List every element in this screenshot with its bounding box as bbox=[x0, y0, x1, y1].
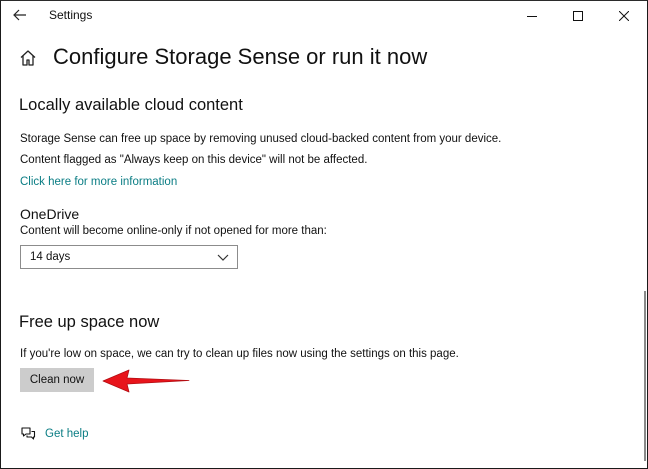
free-up-description: If you're low on space, we can try to cl… bbox=[20, 348, 459, 360]
minimize-icon[interactable] bbox=[509, 1, 555, 30]
chevron-down-icon bbox=[217, 252, 229, 265]
free-up-heading: Free up space now bbox=[19, 313, 160, 331]
maximize-icon[interactable] bbox=[555, 1, 601, 30]
window-controls bbox=[509, 1, 647, 30]
close-icon[interactable] bbox=[601, 1, 647, 30]
scrollbar[interactable] bbox=[644, 291, 646, 461]
onedrive-heading: OneDrive bbox=[20, 206, 80, 222]
window-title: Settings bbox=[49, 8, 93, 22]
title-bar: Settings bbox=[1, 1, 647, 30]
cloud-note: Content flagged as "Always keep on this … bbox=[20, 154, 368, 166]
cloud-content-heading: Locally available cloud content bbox=[19, 96, 243, 114]
cloud-description: Storage Sense can free up space by remov… bbox=[20, 133, 502, 145]
get-help-link[interactable]: Get help bbox=[45, 428, 88, 440]
clean-now-button[interactable]: Clean now bbox=[20, 368, 94, 392]
help-chat-icon[interactable] bbox=[20, 426, 36, 447]
annotation-arrow-icon bbox=[99, 367, 191, 400]
onedrive-description: Content will become online-only if not o… bbox=[20, 225, 327, 237]
page-title: Configure Storage Sense or run it now bbox=[53, 44, 428, 69]
home-icon[interactable] bbox=[19, 49, 37, 72]
dropdown-selected-value: 14 days bbox=[30, 251, 71, 263]
onedrive-days-dropdown[interactable]: 14 days bbox=[20, 245, 238, 269]
back-arrow-icon[interactable] bbox=[11, 7, 29, 23]
more-info-link[interactable]: Click here for more information bbox=[20, 176, 177, 188]
settings-window: Settings Configure Storage Sense or run … bbox=[0, 0, 648, 469]
